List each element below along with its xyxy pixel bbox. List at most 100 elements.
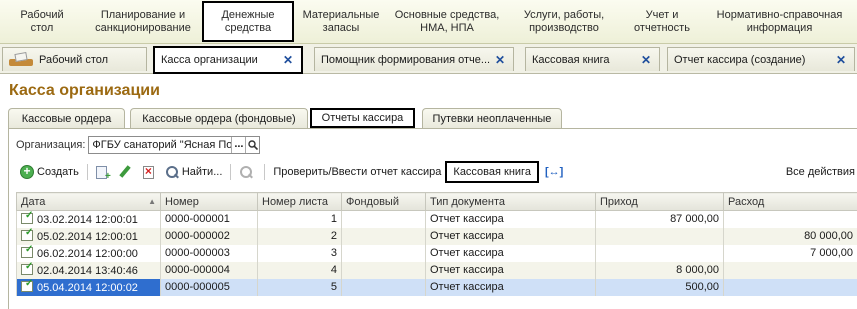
select-button[interactable]: ... (231, 137, 245, 153)
date-value: 03.02.2014 12:00:01 (37, 213, 138, 226)
section-cash[interactable]: Денежные средства (202, 1, 294, 42)
toolbar-separator (264, 164, 266, 180)
cancel-search-button[interactable] (235, 162, 260, 182)
expense-cell: 7 000,00 (723, 244, 857, 262)
type-cell: Отчет кассира (425, 278, 596, 296)
column-income[interactable]: Приход (595, 192, 724, 211)
posted-document-icon (21, 279, 33, 292)
number-cell: 0000-000001 (160, 210, 258, 228)
fund-cell (341, 278, 426, 296)
cash-book-button[interactable]: Кассовая книга (445, 161, 539, 183)
all-actions-menu[interactable]: Все действия (782, 162, 857, 182)
column-header-label: Дата (21, 195, 46, 208)
number-cell: 0000-000005 (160, 278, 258, 296)
sheet-cell: 4 (257, 261, 342, 279)
column-number[interactable]: Номер (160, 192, 258, 211)
column-sheet-number[interactable]: Номер листа (257, 192, 342, 211)
check-report-button[interactable]: Проверить/Ввести отчет кассира (269, 162, 445, 182)
date-value: 05.04.2014 12:00:02 (37, 281, 138, 294)
section-desktop[interactable]: Рабочий стол (0, 0, 84, 43)
page-title: Касса организации (9, 82, 160, 99)
section-accounting[interactable]: Учет и отчетность (622, 0, 702, 43)
close-icon[interactable]: ✕ (834, 53, 848, 67)
type-cell: Отчет кассира (425, 210, 596, 228)
close-icon[interactable]: ✕ (493, 53, 507, 67)
section-inventory[interactable]: Материальные запасы (294, 0, 388, 43)
income-cell (595, 227, 724, 245)
open-button[interactable] (245, 137, 259, 153)
reports-table: Дата ▲ Номер Номер листа Фондовый Тип док… (16, 192, 857, 296)
type-cell: Отчет кассира (425, 261, 596, 279)
find-button[interactable]: Найти... (161, 162, 227, 182)
table-row[interactable]: 06.02.2014 12:00:00 0000-000003 3 Отчет … (16, 244, 857, 262)
column-fund[interactable]: Фондовый (341, 192, 426, 211)
create-label: Создать (37, 166, 79, 178)
posted-document-icon (21, 245, 33, 258)
toolbar-separator (230, 164, 232, 180)
find-label: Найти... (181, 166, 223, 178)
number-cell: 0000-000002 (160, 227, 258, 245)
edit-button[interactable] (114, 162, 139, 182)
link-icon[interactable]: [↔] (545, 166, 563, 178)
find-icon (165, 165, 179, 179)
table-row[interactable]: 03.02.2014 12:00:01 0000-000001 1 Отчет … (16, 210, 857, 228)
tab-label: Кассовая книга (532, 53, 610, 66)
all-actions-label: Все действия (785, 166, 855, 178)
delete-icon (142, 164, 154, 179)
date-value: 05.02.2014 12:00:01 (37, 230, 138, 243)
section-planning[interactable]: Планирование и санкционирование (84, 0, 202, 43)
tab-label: Касса организации (161, 54, 258, 66)
search-icon (248, 140, 258, 150)
column-doc-type[interactable]: Тип документа (425, 192, 596, 211)
check-report-label: Проверить/Ввести отчет кассира (273, 166, 442, 178)
tab-unpaid-vouchers[interactable]: Путевки неоплаченные (422, 108, 562, 128)
sheet-cell: 5 (257, 278, 342, 296)
create-button[interactable]: Создать (16, 162, 83, 182)
table-row[interactable]: 05.02.2014 12:00:01 0000-000002 2 Отчет … (16, 227, 857, 245)
type-cell: Отчет кассира (425, 227, 596, 245)
posted-document-icon (21, 228, 33, 241)
table-row[interactable]: 05.04.2014 12:00:02 0000-000005 5 Отчет … (16, 278, 857, 296)
cash-book-label: Кассовая книга (453, 166, 531, 178)
expense-cell (723, 278, 857, 296)
tab-label: Рабочий стол (39, 53, 109, 66)
tab-label: Отчет кассира (создание) (674, 53, 806, 66)
delete-button[interactable] (139, 162, 161, 182)
tab-cashier-reports[interactable]: Отчеты кассира (310, 108, 415, 128)
fund-cell (341, 210, 426, 228)
toolbar: Создать Найти... Проверить/Ввести отчет … (16, 161, 857, 183)
posted-document-icon (21, 262, 33, 275)
sort-ascending-icon: ▲ (148, 196, 156, 206)
sheet-cell: 2 (257, 227, 342, 245)
section-panel: Рабочий стол Планирование и санкционирован… (0, 0, 857, 44)
tab-cash-book[interactable]: Кассовая книга ✕ (525, 47, 660, 71)
close-icon[interactable]: ✕ (639, 53, 653, 67)
section-fixed-assets[interactable]: Основные средства, НМА, НПА (388, 0, 506, 43)
tab-desktop[interactable]: Рабочий стол (2, 47, 147, 71)
column-expense[interactable]: Расход (723, 192, 857, 211)
date-value: 06.02.2014 12:00:00 (37, 247, 138, 260)
tab-cash-orders[interactable]: Кассовые ордера (8, 108, 125, 128)
copy-button[interactable] (92, 162, 114, 182)
fund-cell (341, 227, 426, 245)
organization-label: Организация: (16, 139, 86, 151)
number-cell: 0000-000004 (160, 261, 258, 279)
column-date[interactable]: Дата ▲ (16, 192, 161, 211)
tab-cash-orders-fund[interactable]: Кассовые ордера (фондовые) (130, 108, 308, 128)
tab-label: Помощник формирования отче... (321, 53, 491, 66)
desktop-icon (9, 51, 35, 68)
tab-report-assistant[interactable]: Помощник формирования отче... ✕ (314, 47, 514, 71)
fund-cell (341, 261, 426, 279)
tab-cashier-report-create[interactable]: Отчет кассира (создание) ✕ (667, 47, 855, 71)
toolbar-separator (86, 164, 88, 180)
close-icon[interactable]: ✕ (281, 53, 295, 67)
posted-document-icon (21, 211, 33, 224)
section-services[interactable]: Услуги, работы, производство (506, 0, 622, 43)
organization-value: ФГБУ санаторий "Ясная Поляна" (92, 139, 232, 151)
table-row[interactable]: 02.04.2014 13:40:46 0000-000004 4 Отчет … (16, 261, 857, 279)
tab-cash-organization[interactable]: Касса организации ✕ (153, 46, 303, 74)
section-reference[interactable]: Нормативно-справочная информация (702, 0, 857, 43)
fund-cell (341, 244, 426, 262)
organization-field[interactable]: ФГБУ санаторий "Ясная Поляна" ... (88, 136, 261, 154)
income-cell (595, 244, 724, 262)
